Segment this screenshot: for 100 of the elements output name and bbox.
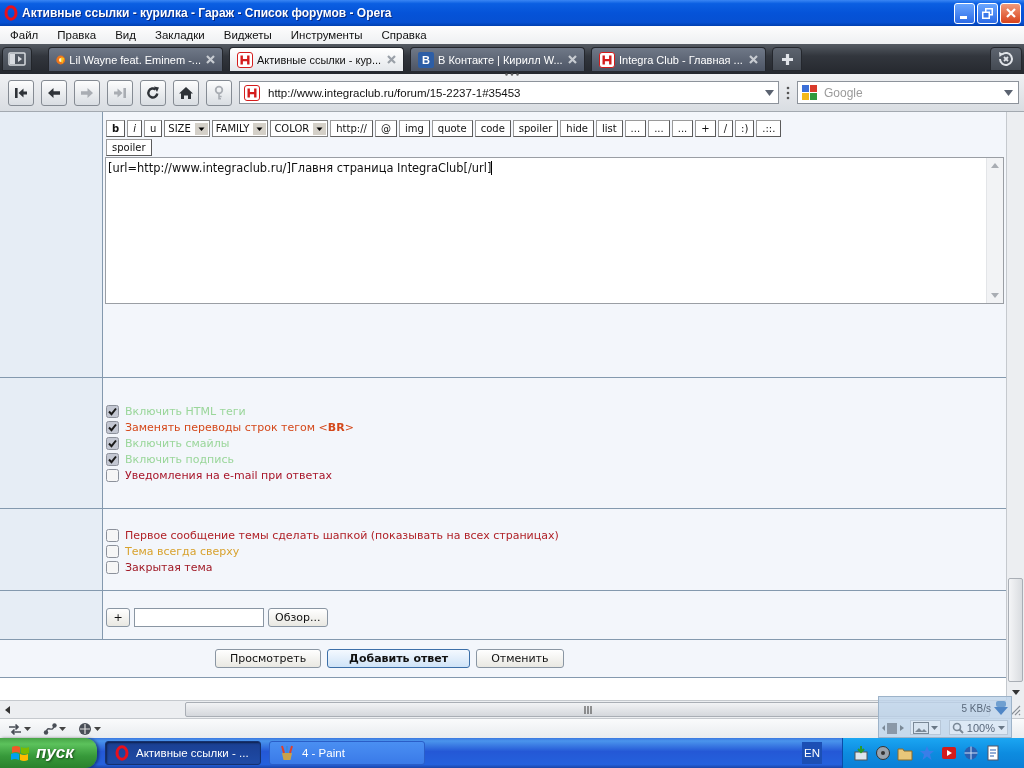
checkbox[interactable] [106,452,119,466]
menu-item[interactable]: Справка [371,29,436,41]
message-field[interactable]: [url=http://www.integraclub.ru/]Главня страница IntegraClub[/url] [105,157,1004,304]
closed-tabs-button[interactable] [990,47,1022,71]
textarea-scrollbar[interactable] [986,158,1003,303]
toolbar-button[interactable]: hide [560,120,594,137]
new-tab-button[interactable] [772,47,802,71]
arrows-icon [8,721,22,736]
tab[interactable]: Lil Wayne feat. Eminem -... [48,47,223,71]
toolbar-dropdown[interactable]: SIZE [164,120,210,137]
toolbar-button[interactable]: :) [735,120,755,137]
transfer-speed: 5 KB/s [961,702,991,714]
scroll-down-icon[interactable] [1011,690,1020,695]
close-icon [748,54,759,65]
menu-item[interactable]: Инструменты [280,29,372,41]
play-icon[interactable] [941,745,957,761]
menu-item[interactable]: Вид [105,29,145,41]
toolbar-button[interactable]: ... [671,120,694,137]
disc-icon[interactable] [875,745,891,761]
toolbar-button[interactable]: spoiler [106,139,152,156]
close-button[interactable] [1000,2,1021,24]
checkbox[interactable] [106,468,119,482]
back-button[interactable] [41,79,67,106]
dropdown-arrow-icon[interactable] [1004,89,1013,96]
taskbar-button[interactable]: Активные ссылки - ... [105,741,261,765]
caret-icon [59,726,66,731]
star-icon[interactable] [919,745,935,761]
dropdown-arrow-icon[interactable] [765,89,774,96]
bold-button[interactable]: b [106,120,126,137]
toolbar-dropdown[interactable]: FAMILY [211,120,269,137]
toolbar-button[interactable]: + [695,120,716,137]
scrollbar-thumb[interactable] [1008,578,1023,682]
document-icon[interactable] [985,745,1001,761]
scroll-left-icon[interactable] [5,705,10,714]
google-blocks-icon [801,84,818,101]
caret-icon [931,725,938,730]
reload-button[interactable] [140,79,166,106]
italic-button[interactable]: i [127,120,142,137]
toolbar-button[interactable]: spoiler [512,120,559,137]
toolbar-dropdown[interactable]: COLOR [270,120,329,137]
toolbar-button[interactable]: / [717,120,733,137]
checkbox[interactable] [106,420,119,434]
submit-button[interactable]: Добавить ответ [327,649,471,668]
resize-grip-icon[interactable] [1009,704,1021,716]
zoom-field[interactable]: 100% [948,720,1008,735]
toolbar-button[interactable]: u [143,120,163,137]
close-icon [386,54,397,65]
tab[interactable]: Активные ссылки - кур... [229,47,404,71]
page-icon[interactable] [882,721,904,734]
toolbar-button[interactable]: .::. [756,120,782,137]
toolbar-button[interactable]: code [474,120,511,137]
rotate-x-icon [996,49,1016,69]
taskbar-button[interactable]: 4 - Paint [269,741,425,765]
tab[interactable]: Integra Club - Главная ... [591,47,766,71]
toolbar-button[interactable]: @ [374,120,397,137]
menu-item[interactable]: Закладки [144,29,214,41]
rewind-button[interactable] [8,79,34,106]
language-indicator[interactable]: EN [802,742,822,764]
toolbar-button[interactable]: img [398,120,430,137]
brushes-icon [279,745,295,761]
toolbar-button[interactable]: ... [648,120,670,137]
tab[interactable]: В В Контакте | Кирилл W... [410,47,585,71]
image-menu-button[interactable] [910,720,941,735]
form-button[interactable]: Отменить [476,649,564,668]
close-icon [1005,8,1016,18]
monitor-arrow-icon[interactable] [853,745,869,761]
checkbox[interactable] [106,528,119,542]
close-icon [205,54,216,65]
close-icon [567,54,578,65]
home-button[interactable] [173,79,199,106]
h-logo-icon [244,84,260,101]
caret-icon [24,726,31,731]
caret-icon [998,725,1005,730]
folder-icon[interactable] [897,745,913,761]
address-field[interactable]: http://www.integraclub.ru/forum/15-2237-1#35453 [239,81,779,104]
form-button[interactable]: Просмотреть [215,649,322,668]
toolbar-button[interactable]: ... [624,120,647,137]
toolbar-button[interactable]: quote [431,120,473,137]
h-logo-icon [237,51,253,68]
checkbox[interactable] [106,544,119,558]
add-file-button[interactable]: + [106,607,130,627]
file-field[interactable] [134,607,264,627]
toolbar-button[interactable]: list [595,120,623,137]
globe-icon [78,721,92,736]
minimize-button[interactable] [954,2,975,24]
option-label: Первое сообщение темы сделать шапкой (показывать на всех страницах) [125,528,559,542]
checkbox[interactable] [106,436,119,450]
caret-icon [94,726,101,731]
checkbox[interactable] [106,560,119,574]
vertical-scrollbar[interactable] [1006,112,1024,700]
menu-item[interactable]: Файл [0,29,48,41]
restore-button[interactable] [977,2,998,24]
menu-item[interactable]: Правка [47,29,106,41]
panel-toggle-button[interactable] [2,47,32,71]
menu-item[interactable]: Виджеты [213,29,281,41]
checkbox[interactable] [106,404,119,418]
panel-icon [8,52,26,66]
browse-button[interactable]: Обзор... [268,607,328,627]
minimize-icon [959,15,967,19]
toolbar-button[interactable]: http:// [330,120,373,137]
